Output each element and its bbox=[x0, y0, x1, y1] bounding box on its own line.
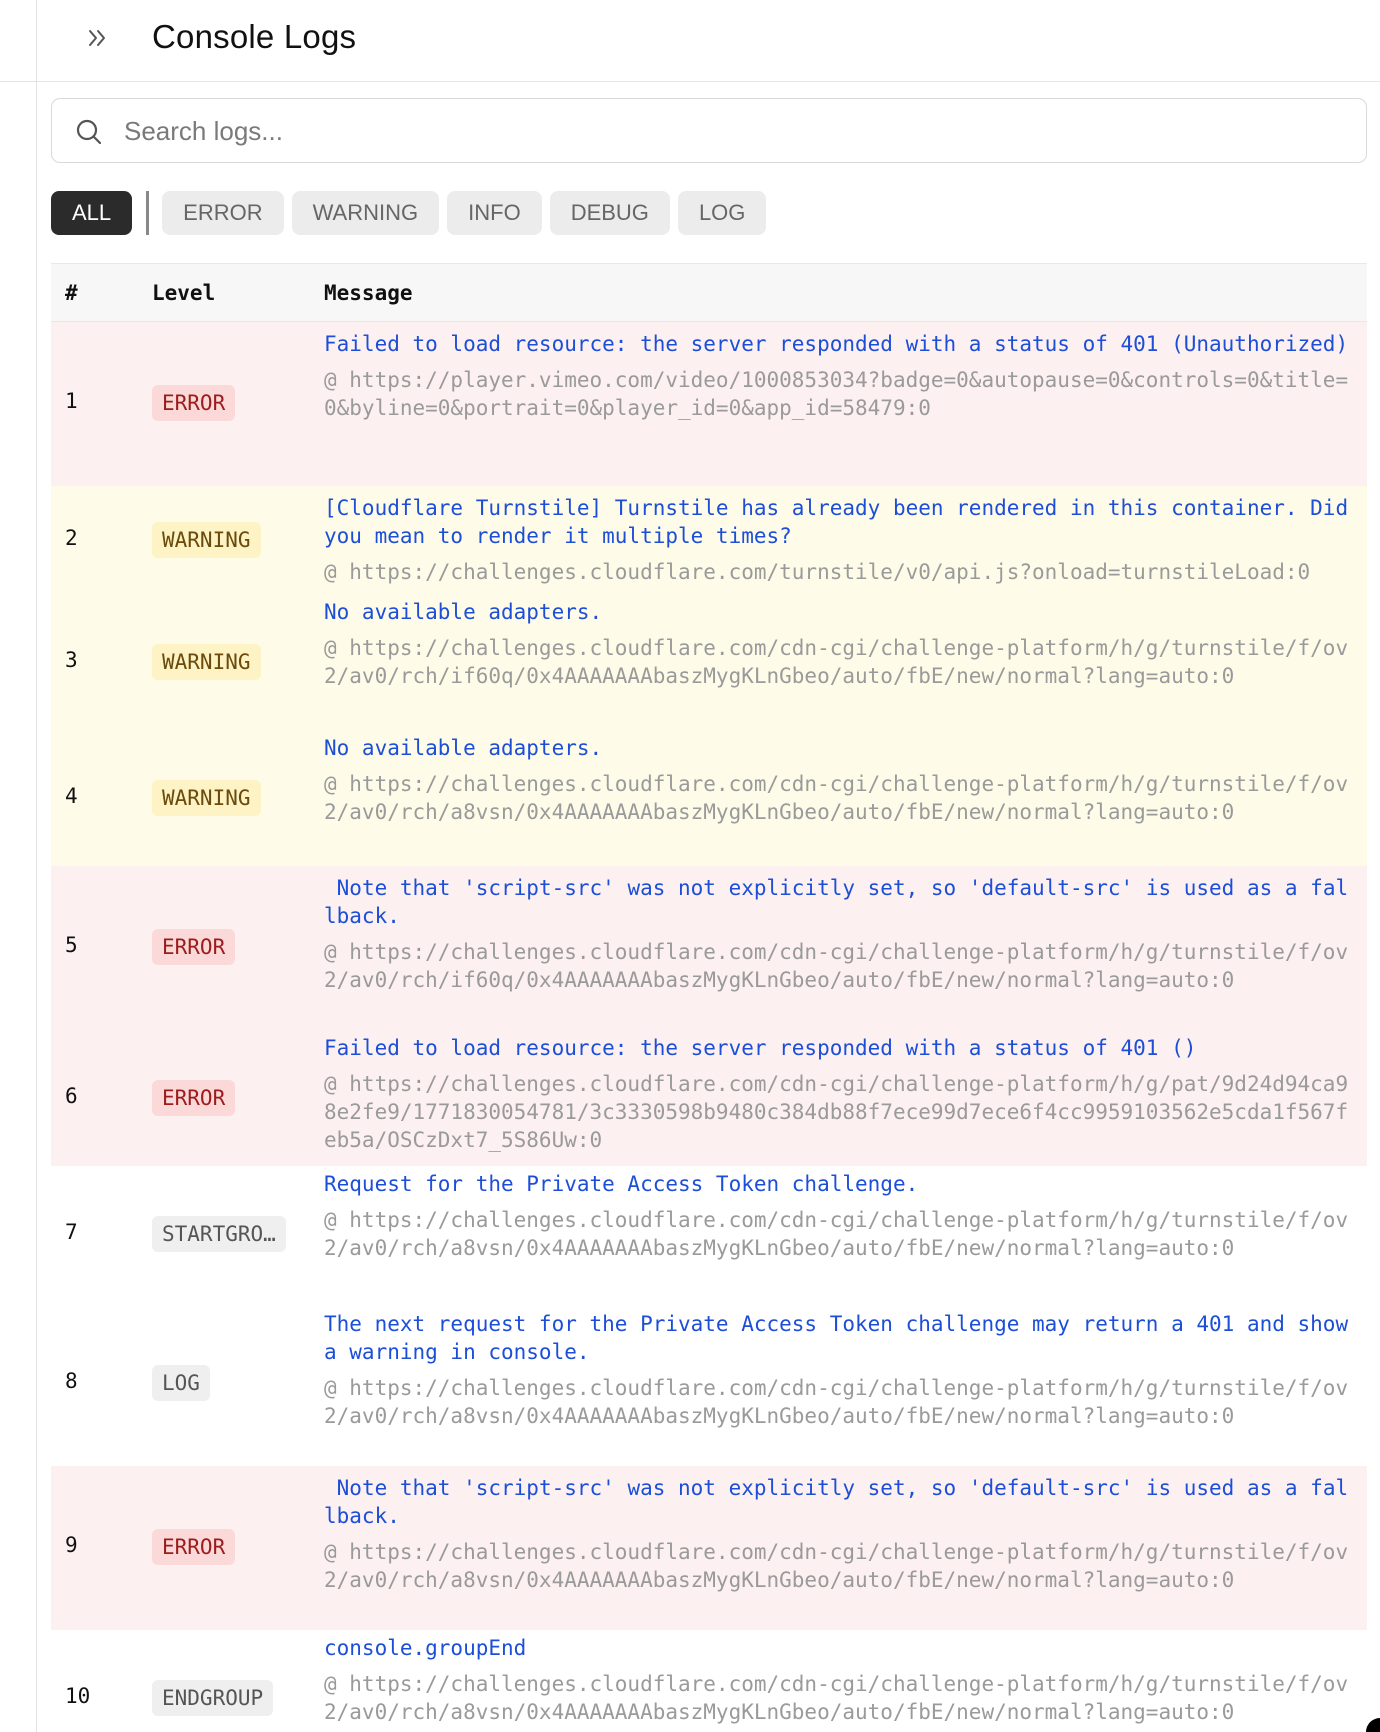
source-link[interactable]: @ https://challenges.cloudflare.com/cdn-… bbox=[324, 634, 1354, 690]
rail-divider bbox=[0, 81, 36, 82]
source-link[interactable]: @ https://player.vimeo.com/video/1000853… bbox=[324, 366, 1354, 422]
level-badge: STARTGRO… bbox=[152, 1216, 286, 1252]
source-link[interactable]: @ https://challenges.cloudflare.com/cdn-… bbox=[324, 938, 1354, 994]
log-message: Failed to load resource: the server resp… bbox=[324, 1034, 1354, 1154]
message-text: No available adapters. bbox=[324, 600, 603, 624]
log-message: Failed to load resource: the server resp… bbox=[324, 330, 1354, 422]
filter-warning-button[interactable]: WARNING bbox=[291, 191, 440, 235]
message-text: Failed to load resource: the server resp… bbox=[324, 332, 1349, 356]
row-number: 2 bbox=[65, 526, 78, 550]
double-chevron-right-icon bbox=[89, 30, 105, 46]
filter-debug-button[interactable]: DEBUG bbox=[549, 191, 670, 235]
source-link[interactable]: @ https://challenges.cloudflare.com/cdn-… bbox=[324, 1538, 1354, 1594]
filter-error-button[interactable]: ERROR bbox=[162, 191, 284, 235]
source-link[interactable]: @ https://challenges.cloudflare.com/cdn-… bbox=[324, 1374, 1354, 1430]
message-text: Failed to load resource: the server resp… bbox=[324, 1036, 1197, 1060]
source-link[interactable]: @ https://challenges.cloudflare.com/cdn-… bbox=[324, 1670, 1354, 1726]
row-number: 1 bbox=[65, 389, 78, 413]
row-number: 3 bbox=[65, 648, 78, 672]
table-row[interactable]: 3 WARNING No available adapters. @ https… bbox=[51, 594, 1367, 730]
log-message: No available adapters. @ https://challen… bbox=[324, 598, 1354, 690]
row-number: 9 bbox=[65, 1533, 78, 1557]
page-title: Console Logs bbox=[152, 18, 357, 55]
table-row[interactable]: 5 ERROR Note that 'script-src' was not e… bbox=[51, 866, 1367, 1030]
table-row[interactable]: 7 STARTGRO… Request for the Private Acce… bbox=[51, 1166, 1367, 1302]
left-rail bbox=[0, 0, 37, 1732]
level-filter-bar: ALL ERROR WARNING INFO DEBUG LOG bbox=[51, 191, 774, 235]
row-number: 8 bbox=[65, 1369, 78, 1393]
table-row[interactable]: 2 WARNING [Cloudflare Turnstile] Turnsti… bbox=[51, 486, 1367, 594]
window-corner bbox=[1366, 1718, 1380, 1732]
level-badge: LOG bbox=[152, 1365, 210, 1401]
filter-info-button[interactable]: INFO bbox=[447, 191, 542, 235]
filter-log-button[interactable]: LOG bbox=[677, 191, 767, 235]
message-text: The next request for the Private Access … bbox=[324, 1312, 1361, 1364]
table-row[interactable]: 4 WARNING No available adapters. @ https… bbox=[51, 730, 1367, 866]
table-row[interactable]: 8 LOG The next request for the Private A… bbox=[51, 1302, 1367, 1466]
filter-all-button[interactable]: ALL bbox=[51, 191, 133, 235]
logs-table: # Level Message 1 ERROR Failed to load r… bbox=[51, 263, 1367, 1732]
search-input[interactable] bbox=[124, 109, 1344, 153]
level-badge: ENDGROUP bbox=[152, 1680, 274, 1716]
row-number: 5 bbox=[65, 933, 78, 957]
source-link[interactable]: @ https://challenges.cloudflare.com/cdn-… bbox=[324, 770, 1354, 826]
row-number: 7 bbox=[65, 1220, 78, 1244]
level-badge: WARNING bbox=[152, 644, 261, 680]
source-link[interactable]: @ https://challenges.cloudflare.com/cdn-… bbox=[324, 1070, 1354, 1154]
column-header-message: Message bbox=[324, 281, 413, 305]
header: Console Logs bbox=[37, 0, 1380, 82]
row-number: 4 bbox=[65, 784, 78, 808]
message-text: console.groupEnd bbox=[324, 1636, 527, 1660]
column-header-number: # bbox=[65, 281, 78, 305]
row-number: 10 bbox=[65, 1684, 91, 1708]
message-text: Request for the Private Access Token cha… bbox=[324, 1172, 919, 1196]
level-badge: WARNING bbox=[152, 522, 261, 558]
table-row[interactable]: 10 ENDGROUP console.groupEnd @ https://c… bbox=[51, 1630, 1367, 1732]
expand-sidebar-button[interactable] bbox=[79, 18, 115, 58]
log-message: Note that 'script-src' was not explicitl… bbox=[324, 1474, 1354, 1594]
message-text: No available adapters. bbox=[324, 736, 603, 760]
level-badge: ERROR bbox=[152, 929, 236, 965]
table-header: # Level Message bbox=[51, 263, 1367, 322]
table-row[interactable]: 6 ERROR Failed to load resource: the ser… bbox=[51, 1030, 1367, 1166]
log-message: The next request for the Private Access … bbox=[324, 1310, 1354, 1430]
table-row[interactable]: 9 ERROR Note that 'script-src' was not e… bbox=[51, 1466, 1367, 1630]
log-message: Request for the Private Access Token cha… bbox=[324, 1170, 1354, 1262]
table-row[interactable]: 1 ERROR Failed to load resource: the ser… bbox=[51, 322, 1367, 486]
level-badge: ERROR bbox=[152, 1529, 236, 1565]
row-number: 6 bbox=[65, 1084, 78, 1108]
search-box[interactable] bbox=[51, 98, 1367, 163]
source-link[interactable]: @ https://challenges.cloudflare.com/cdn-… bbox=[324, 1206, 1354, 1262]
message-text: Note that 'script-src' was not explicitl… bbox=[324, 1476, 1349, 1528]
level-badge: ERROR bbox=[152, 1080, 236, 1116]
log-message: Note that 'script-src' was not explicitl… bbox=[324, 874, 1354, 994]
column-header-level: Level bbox=[152, 281, 216, 305]
log-message: [Cloudflare Turnstile] Turnstile has alr… bbox=[324, 494, 1354, 586]
source-link[interactable]: @ https://challenges.cloudflare.com/turn… bbox=[324, 558, 1354, 586]
level-badge: ERROR bbox=[152, 385, 236, 421]
search-icon bbox=[76, 119, 102, 145]
message-text: [Cloudflare Turnstile] Turnstile has alr… bbox=[324, 496, 1361, 548]
filter-separator bbox=[146, 191, 150, 235]
log-message: console.groupEnd @ https://challenges.cl… bbox=[324, 1634, 1354, 1726]
log-message: No available adapters. @ https://challen… bbox=[324, 734, 1354, 826]
message-text: Note that 'script-src' was not explicitl… bbox=[324, 876, 1349, 928]
level-badge: WARNING bbox=[152, 780, 261, 816]
